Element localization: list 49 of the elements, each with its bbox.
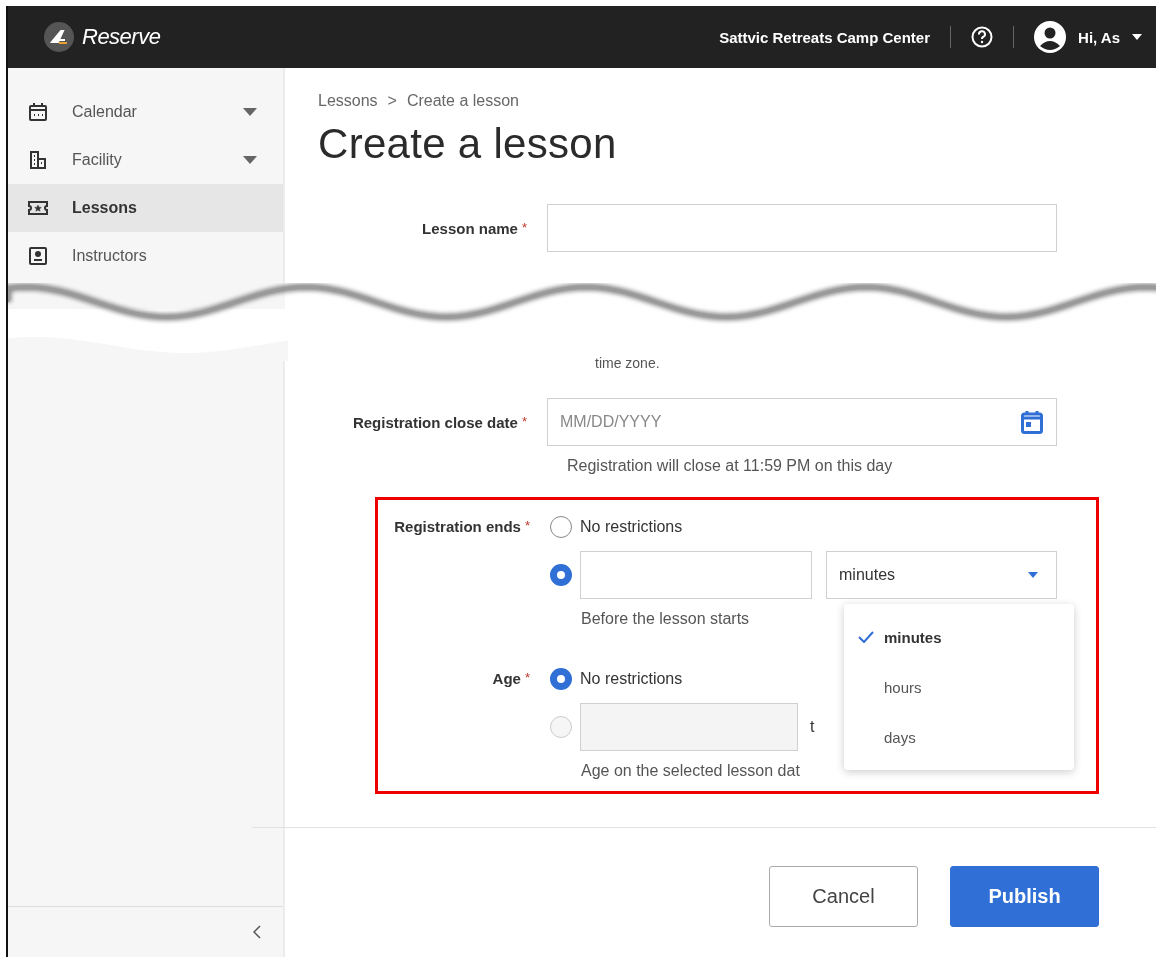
calendar-icon[interactable] bbox=[1021, 410, 1043, 434]
helper-text: Registration will close at 11:59 PM on this day bbox=[567, 457, 894, 475]
dropdown-option[interactable]: minutes bbox=[844, 612, 1074, 662]
organization-name: Sattvic Retreats Camp Center bbox=[719, 28, 931, 46]
page-title: Create a lesson bbox=[318, 120, 618, 168]
radio-label[interactable]: No restrictions bbox=[580, 670, 683, 688]
breadcrumb-separator: > bbox=[387, 92, 397, 110]
dropdown-option[interactable]: hours bbox=[844, 662, 1074, 712]
field-label: Registration ends bbox=[394, 518, 521, 535]
required-mark: * bbox=[524, 518, 530, 535]
check-icon bbox=[858, 631, 874, 643]
ticket-icon bbox=[28, 198, 48, 218]
calendar-icon bbox=[28, 102, 48, 122]
amount-field[interactable] bbox=[580, 551, 812, 599]
user-greeting[interactable]: Hi, As bbox=[1078, 28, 1120, 46]
field-label: Age bbox=[492, 670, 521, 687]
unit-dropdown[interactable]: minutes bbox=[826, 551, 1057, 599]
required-mark: * bbox=[521, 219, 527, 237]
lesson-name-field[interactable] bbox=[547, 204, 1057, 252]
radio-label[interactable]: No restrictions bbox=[580, 518, 683, 536]
helper-text: Before the lesson starts bbox=[581, 610, 751, 628]
sidebar-item[interactable]: Calendar bbox=[8, 88, 283, 136]
radio-button[interactable] bbox=[550, 564, 572, 586]
id-card-icon bbox=[28, 246, 48, 266]
help-icon[interactable] bbox=[971, 26, 994, 48]
publish-button[interactable]: Publish bbox=[950, 866, 1099, 927]
building-icon bbox=[28, 150, 48, 170]
logo-text: Reserve bbox=[82, 24, 161, 50]
sidebar-item[interactable]: Facility bbox=[8, 136, 283, 184]
field-label: Registration close date bbox=[352, 413, 518, 431]
helper-text: Age on the selected lesson dat bbox=[581, 762, 801, 780]
collapse-icon[interactable] bbox=[253, 925, 261, 939]
helper-text: time zone. bbox=[594, 355, 661, 373]
field-label: Lesson name bbox=[422, 219, 518, 237]
logo-icon bbox=[44, 22, 74, 52]
range-separator: t bbox=[810, 718, 815, 736]
sidebar-item[interactable]: Instructors bbox=[8, 232, 283, 280]
sidebar-item[interactable]: Lessons bbox=[8, 184, 283, 232]
required-mark: * bbox=[521, 413, 527, 431]
date-field[interactable]: MM/DD/YYYY bbox=[547, 398, 1057, 446]
radio-button[interactable] bbox=[550, 516, 572, 538]
cancel-button[interactable]: Cancel bbox=[769, 866, 918, 927]
caret-icon[interactable] bbox=[1132, 34, 1142, 40]
avatar-icon[interactable] bbox=[1034, 21, 1067, 53]
breadcrumb-link[interactable]: Lessons bbox=[318, 92, 378, 110]
dropdown-option[interactable]: days bbox=[844, 712, 1074, 762]
breadcrumb-current: Create a lesson bbox=[406, 92, 519, 110]
radio-button[interactable] bbox=[550, 668, 572, 690]
required-mark: * bbox=[524, 670, 530, 687]
